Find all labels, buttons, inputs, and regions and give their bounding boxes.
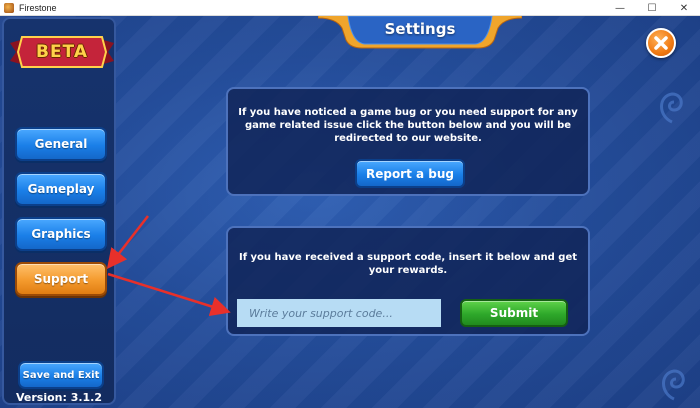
beta-label: BETA [35, 42, 88, 62]
window-controls: — ☐ ✕ [604, 0, 700, 16]
support-code-panel: If you have received a support code, ins… [226, 226, 590, 336]
close-icon [654, 36, 668, 50]
game-canvas: BETA General Gameplay Graphics Support S… [0, 16, 700, 408]
swirl-decoration-icon [660, 92, 683, 124]
page-title: Settings [384, 20, 456, 38]
app-icon [4, 2, 14, 13]
report-bug-panel: If you have noticed a game bug or you ne… [226, 87, 590, 196]
swirl-decoration-bottom-icon [662, 369, 685, 401]
report-bug-button[interactable]: Report a bug [355, 159, 465, 188]
settings-sidebar: BETA General Gameplay Graphics Support S… [2, 17, 116, 405]
submit-button[interactable]: Submit [460, 299, 568, 327]
minimize-button[interactable]: — [604, 0, 636, 16]
beta-badge: BETA [10, 35, 114, 69]
report-bug-description: If you have noticed a game bug or you ne… [238, 107, 578, 144]
window-titlebar: Firestone — ☐ ✕ [0, 0, 700, 16]
version-label: Version: 3.1.2 [15, 391, 103, 404]
window-title: Firestone [19, 2, 57, 13]
maximize-button[interactable]: ☐ [636, 0, 668, 16]
settings-title-banner: Settings [318, 16, 522, 52]
close-settings-button[interactable] [646, 28, 676, 58]
close-window-button[interactable]: ✕ [668, 0, 700, 16]
sidebar-item-graphics[interactable]: Graphics [15, 217, 107, 251]
support-code-description: If you have received a support code, ins… [238, 252, 578, 276]
sidebar-item-gameplay[interactable]: Gameplay [15, 172, 107, 206]
sidebar-item-support[interactable]: Support [15, 262, 107, 296]
sidebar-item-general[interactable]: General [15, 127, 107, 161]
save-and-exit-button[interactable]: Save and Exit [18, 361, 104, 389]
arrow-to-code-input-icon [107, 272, 231, 317]
support-code-input[interactable] [237, 299, 441, 327]
